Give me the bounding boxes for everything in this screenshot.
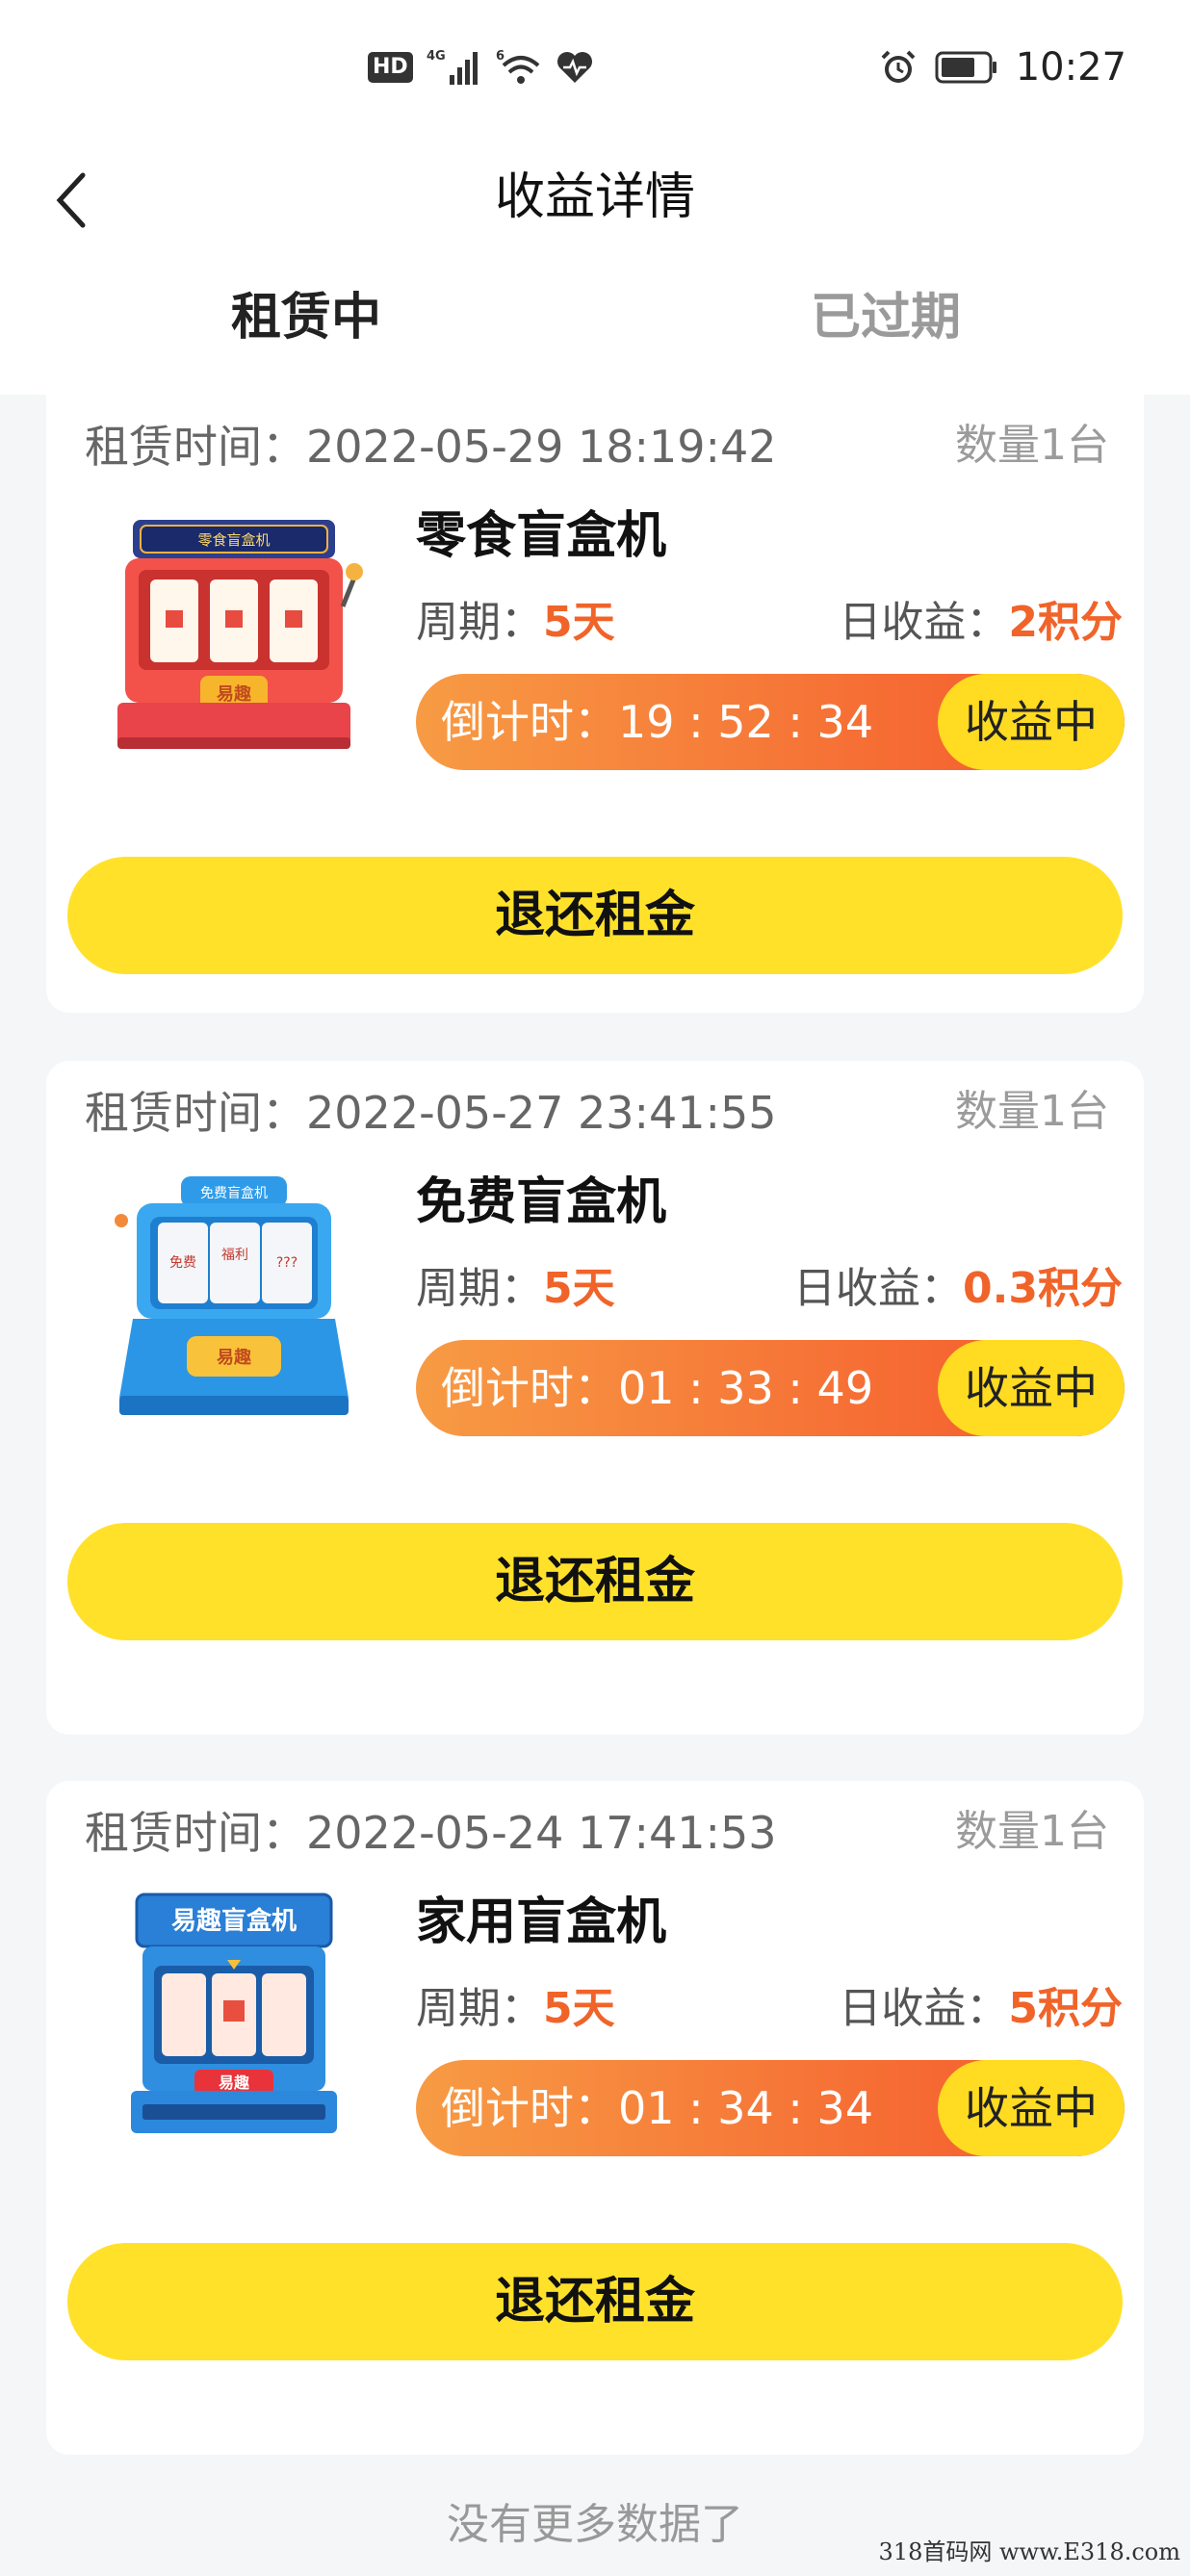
- countdown-label: 倒计时：: [441, 2082, 618, 2134]
- quantity-label: 数量1台: [955, 421, 1109, 470]
- product-name: 免费盲盒机: [416, 1173, 667, 1231]
- refund-rent-button[interactable]: 退还租金: [67, 1523, 1123, 1640]
- daily-value: 0.3积分: [963, 1264, 1123, 1313]
- free-blind-box-machine-icon: 免费盲盒机 免费 福利 ??? 易趣: [104, 1167, 364, 1427]
- daily-earnings: 日收益：5积分: [839, 1973, 1123, 2035]
- daily-label: 日收益：: [839, 598, 1009, 647]
- free-reel-3-text: ???: [276, 1255, 298, 1271]
- earning-status-badge: 收益中: [938, 674, 1125, 770]
- refund-rent-button[interactable]: 退还租金: [67, 857, 1123, 974]
- cycle-value: 5天: [543, 1984, 615, 2033]
- rent-time-label: 租赁时间：: [85, 421, 306, 473]
- product-name: 零食盲盒机: [416, 507, 667, 565]
- status-bar: HD 4G 6 10:27: [0, 0, 1190, 135]
- quantity-label: 数量1台: [955, 1807, 1109, 1856]
- daily-value: 5积分: [1008, 1984, 1123, 2033]
- refund-rent-button[interactable]: 退还租金: [67, 2243, 1123, 2360]
- cycle-value: 5天: [543, 598, 615, 647]
- rent-time: 租赁时间：2022-05-27 23:41:55: [85, 1078, 777, 1142]
- snack-blind-box-machine-icon: 零食盲盒机 易趣: [104, 501, 364, 760]
- cycle-label: 周期：: [416, 1264, 543, 1313]
- home-machine-sign: 易趣盲盒机: [171, 1906, 297, 1936]
- rental-card: 租赁时间：2022-05-24 17:41:53 数量1台 易趣盲盒机 易趣 家…: [46, 1781, 1144, 2455]
- cycle-info: 周期：5天: [416, 1253, 615, 1315]
- cycle-info: 周期：5天: [416, 1973, 615, 2035]
- countdown-text: 倒计时：19 : 52 : 34: [441, 674, 873, 770]
- cycle-info: 周期：5天: [416, 587, 615, 649]
- earning-status-badge: 收益中: [938, 1340, 1125, 1436]
- cycle-label: 周期：: [416, 1984, 543, 2033]
- free-machine-sign: 免费盲盒机: [200, 1185, 268, 1201]
- free-reel-2-text: 福利: [221, 1248, 248, 1263]
- daily-label: 日收益：: [793, 1264, 964, 1313]
- cycle-label: 周期：: [416, 598, 543, 647]
- quantity-label: 数量1台: [955, 1087, 1109, 1136]
- hd-badge: HD: [368, 52, 413, 83]
- alarm-icon: [879, 48, 918, 87]
- watermark: 318首码网 www.E318.com: [878, 2538, 1180, 2565]
- countdown-label: 倒计时：: [441, 1362, 618, 1414]
- rent-time-label: 租赁时间：: [85, 1807, 306, 1859]
- earning-status-badge: 收益中: [938, 2060, 1125, 2156]
- heart-rate-icon: [556, 50, 594, 85]
- daily-earnings: 日收益：0.3积分: [793, 1253, 1123, 1315]
- battery-icon: [935, 50, 998, 85]
- countdown-text: 倒计时：01 : 34 : 34: [441, 2060, 873, 2156]
- countdown-value: 01 : 34 : 34: [618, 2082, 874, 2134]
- snack-machine-sign: 零食盲盒机: [197, 531, 270, 549]
- page-header: 收益详情 租赁中 已过期: [0, 135, 1190, 525]
- network-type-label: 4G: [427, 49, 446, 64]
- signal-icon: 4G: [427, 48, 482, 87]
- tab-bar: 租赁中 已过期: [0, 270, 1190, 525]
- countdown-text: 倒计时：01 : 33 : 49: [441, 1340, 873, 1436]
- rent-time: 租赁时间：2022-05-29 18:19:42: [85, 412, 777, 476]
- status-time: 10:27: [1015, 45, 1126, 90]
- home-machine-button-text: 易趣: [219, 2074, 250, 2092]
- tab-expired[interactable]: 已过期: [741, 270, 1030, 395]
- status-left-icons: HD 4G 6: [368, 46, 594, 89]
- daily-earnings: 日收益：2积分: [839, 587, 1123, 649]
- wifi-icon: 6: [496, 48, 542, 87]
- page-title: 收益详情: [494, 168, 695, 226]
- home-blind-box-machine-icon: 易趣盲盒机 易趣: [104, 1887, 364, 2147]
- rent-time-value: 2022-05-29 18:19:42: [306, 421, 777, 473]
- countdown-value: 01 : 33 : 49: [618, 1362, 874, 1414]
- snack-machine-button-text: 易趣: [217, 684, 252, 705]
- rent-time-value: 2022-05-27 23:41:55: [306, 1087, 777, 1139]
- rent-time-value: 2022-05-24 17:41:53: [306, 1807, 777, 1859]
- rental-card: 租赁时间：2022-05-27 23:41:55 数量1台 免费盲盒机 免费 福…: [46, 1061, 1144, 1735]
- tab-renting[interactable]: 租赁中: [162, 270, 451, 395]
- status-right-icons: 10:27: [879, 45, 1126, 90]
- cycle-value: 5天: [543, 1264, 615, 1313]
- free-reel-1-text: 免费: [169, 1255, 196, 1271]
- countdown-bar: 倒计时：01 : 34 : 34 收益中: [416, 2060, 1125, 2156]
- daily-value: 2积分: [1008, 598, 1123, 647]
- rental-card: 租赁时间：2022-05-29 18:19:42 数量1台 零食盲盒机 易趣 零…: [46, 395, 1144, 1013]
- free-machine-button-text: 易趣: [217, 1348, 252, 1368]
- countdown-bar: 倒计时：19 : 52 : 34 收益中: [416, 674, 1125, 770]
- product-name: 家用盲盒机: [416, 1893, 667, 1951]
- countdown-value: 19 : 52 : 34: [618, 696, 874, 748]
- wifi-tag-label: 6: [496, 49, 504, 64]
- rent-time-label: 租赁时间：: [85, 1087, 306, 1139]
- daily-label: 日收益：: [839, 1984, 1009, 2033]
- countdown-label: 倒计时：: [441, 696, 618, 748]
- countdown-bar: 倒计时：01 : 33 : 49 收益中: [416, 1340, 1125, 1436]
- rent-time: 租赁时间：2022-05-24 17:41:53: [85, 1798, 777, 1862]
